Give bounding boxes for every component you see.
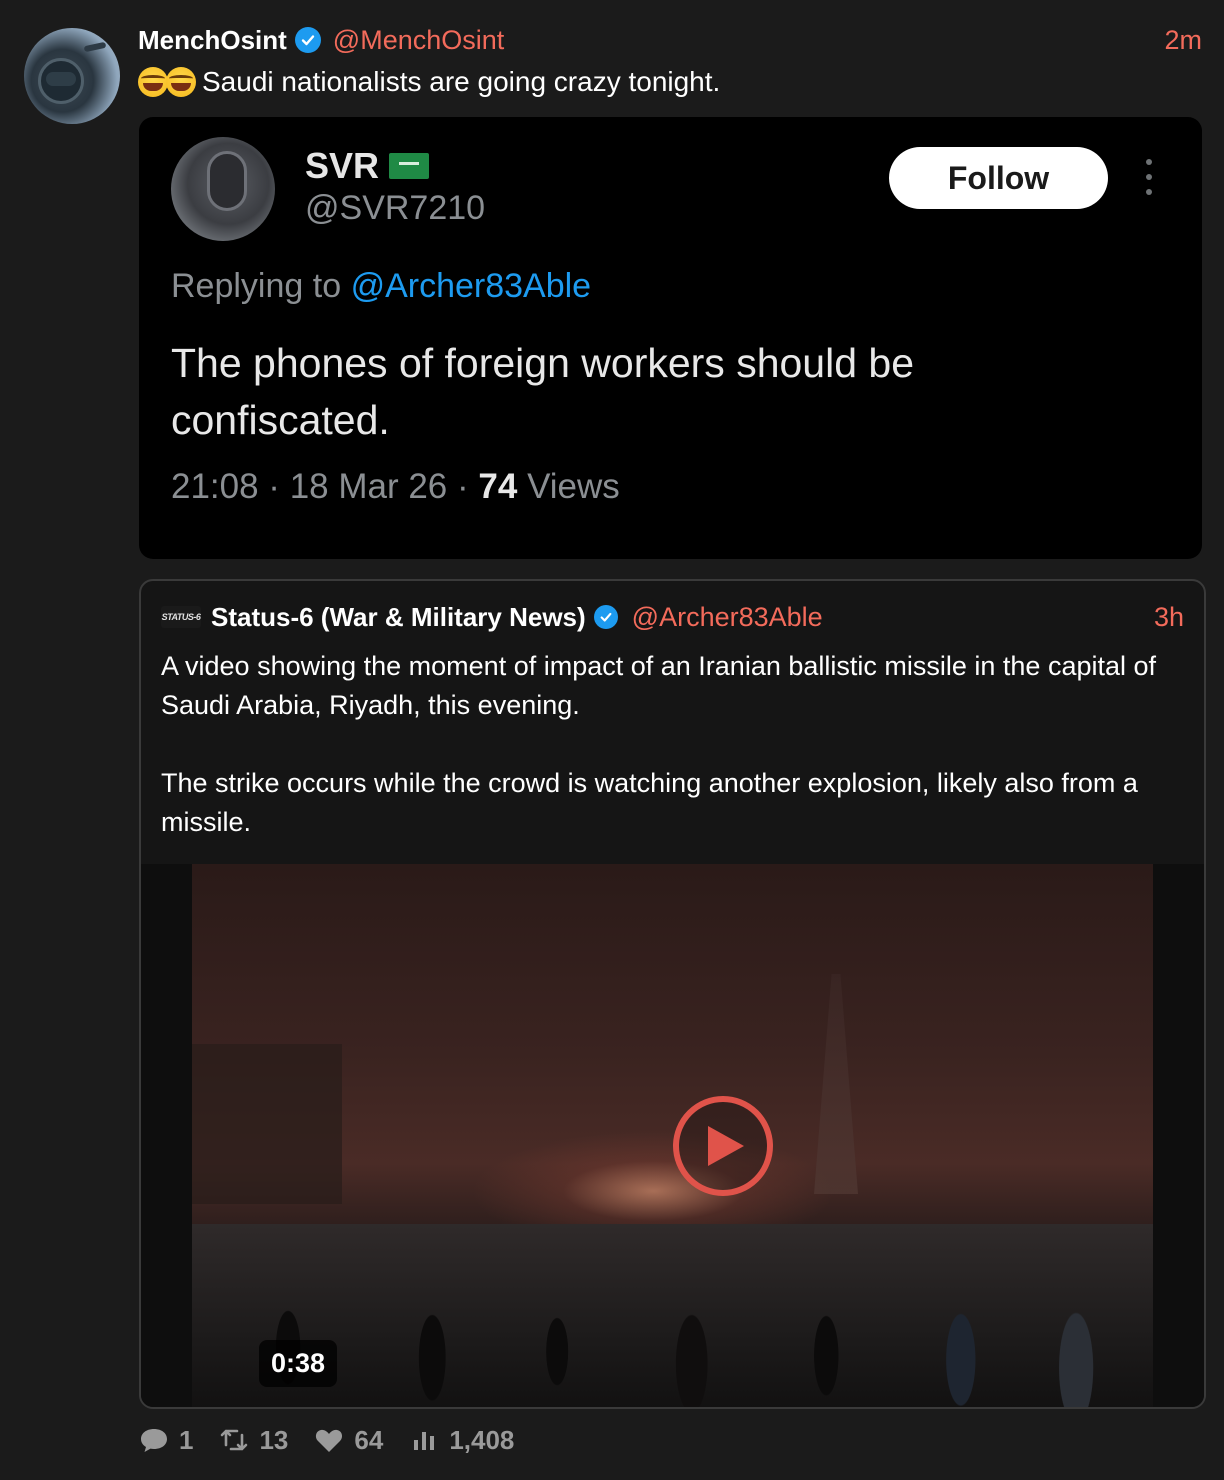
embedded-screenshot[interactable]: SVR @SVR7210 Follow Replying to @Archer8… [139, 117, 1202, 559]
svr-tweet-text: The phones of foreign workers should be … [171, 340, 915, 443]
quote-display-name[interactable]: Status-6 (War & Military News) [211, 602, 586, 633]
play-button[interactable] [673, 1096, 773, 1196]
post-text: Saudi nationalists are going crazy tonig… [138, 66, 720, 98]
repost-icon [221, 1429, 248, 1451]
quoted-post[interactable]: STATUS-6 Status-6 (War & Military News) … [139, 579, 1206, 1409]
repost-count: 13 [259, 1424, 289, 1455]
like-icon [316, 1429, 343, 1452]
repost-button[interactable]: 13 [219, 1425, 288, 1456]
reply-button[interactable]: 1 [139, 1425, 193, 1456]
views-icon [414, 1432, 435, 1450]
post-header: MenchOsint @MenchOsint 2m [138, 22, 1202, 58]
like-button[interactable]: 64 [314, 1425, 383, 1456]
svr-handle: @SVR7210 [305, 189, 486, 227]
quote-avatar-logo[interactable]: STATUS-6 [161, 606, 201, 628]
flag-icon [389, 153, 430, 179]
reply-icon [141, 1429, 167, 1452]
quote-text: A video showing the moment of impact of … [161, 647, 1171, 881]
quote-paragraph-1: A video showing the moment of impact of … [161, 651, 1157, 720]
video-player[interactable]: 0:38 [141, 864, 1204, 1407]
reply-count: 1 [179, 1424, 194, 1455]
replying-to: Replying to @Archer83Able [171, 267, 591, 306]
svr-views-count: 74 [478, 467, 518, 506]
views-button[interactable]: 1,408 [409, 1425, 514, 1456]
svr-meta-prefix: 21:08 · 18 Mar 26 · [171, 467, 469, 506]
quote-time[interactable]: 3h [1154, 602, 1184, 633]
more-icon [1139, 159, 1159, 195]
verified-icon [294, 27, 321, 53]
views-count: 1,408 [449, 1424, 515, 1455]
building-shape [192, 1044, 342, 1204]
svr-name: SVR [305, 145, 430, 187]
like-count: 64 [354, 1424, 384, 1455]
replying-mention: @Archer83Able [350, 267, 592, 305]
pilot-shape [207, 151, 247, 211]
replying-prefix: Replying to [171, 267, 342, 305]
post-time[interactable]: 2m [1164, 25, 1202, 56]
svr-tweet-meta: 21:08 · 18 Mar 26 · 74 Views [171, 467, 620, 507]
quote-handle[interactable]: @Archer83Able [632, 602, 823, 633]
jet-shape [83, 41, 107, 53]
quote-paragraph-2: The strike occurs while the crowd is wat… [161, 768, 1138, 837]
laughing-emoji-icon [138, 67, 196, 97]
quote-header: STATUS-6 Status-6 (War & Military News) … [161, 599, 1184, 635]
svr-avatar [171, 137, 275, 241]
post-text-body: Saudi nationalists are going crazy tonig… [202, 66, 721, 97]
author-display-name[interactable]: MenchOsint [138, 25, 287, 56]
svr-views-label: Views [527, 467, 620, 506]
follow-button: Follow [889, 147, 1108, 209]
author-avatar[interactable] [24, 28, 120, 124]
svr-name-text: SVR [305, 145, 380, 186]
video-duration: 0:38 [259, 1340, 338, 1387]
tower-shape [814, 974, 858, 1194]
verified-icon [593, 605, 618, 629]
play-icon [708, 1126, 744, 1166]
visor-shape [46, 72, 76, 86]
author-handle[interactable]: @MenchOsint [333, 25, 504, 56]
video-thumbnail[interactable]: 0:38 [192, 864, 1153, 1407]
post-actions: 1 13 64 1,408 [139, 1420, 514, 1460]
